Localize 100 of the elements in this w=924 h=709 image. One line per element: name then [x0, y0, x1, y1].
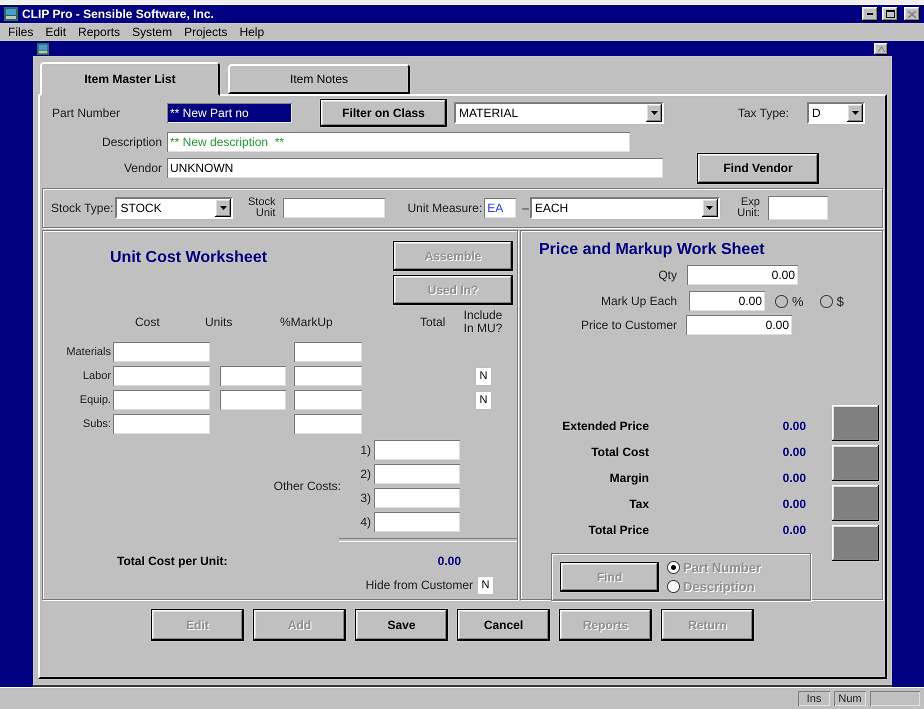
row-label: Labor — [82, 370, 111, 382]
swatch-button[interactable] — [832, 405, 879, 441]
maximize-button[interactable] — [882, 7, 898, 21]
minimize-button[interactable] — [862, 7, 878, 21]
price-field[interactable]: 0.00 — [686, 315, 792, 335]
status-indicator: Ins — [798, 691, 830, 706]
radio-button[interactable]: $ — [820, 294, 844, 308]
summary-label: Total Price — [588, 523, 649, 537]
include-field[interactable]: N — [476, 392, 491, 408]
minimize-icon — [867, 13, 873, 15]
radio-button[interactable]: % — [775, 294, 804, 308]
summary-value: 0.00 — [782, 523, 806, 537]
field-label: Mark Up Each — [600, 294, 677, 308]
field-label: Description — [100, 135, 162, 149]
column-header: Cost — [135, 315, 160, 329]
action-button[interactable]: Cancel — [457, 609, 550, 641]
app-icon — [4, 7, 18, 21]
field-label: Part Number — [52, 106, 122, 120]
swatch-button[interactable] — [832, 485, 879, 521]
include-field[interactable]: N — [476, 368, 491, 384]
summary-label: Margin — [608, 471, 649, 485]
unit-code-field[interactable]: EA — [484, 198, 516, 218]
row-number: 2) — [359, 467, 371, 481]
summary-value: 0.00 — [782, 497, 806, 511]
cost-field[interactable] — [113, 342, 210, 362]
menu-item[interactable]: Projects — [184, 25, 228, 39]
dash-text: – — [522, 201, 529, 215]
summary-value: 0.00 — [782, 445, 806, 459]
menu-item[interactable]: System — [132, 25, 172, 39]
class-dropdown[interactable]: MATERIAL — [454, 102, 664, 124]
other-cost-field[interactable] — [374, 440, 460, 460]
markup-field[interactable] — [294, 414, 362, 434]
column-header: Units — [205, 315, 232, 329]
other-cost-field[interactable] — [374, 464, 460, 484]
swatch-button[interactable] — [832, 445, 879, 481]
tab[interactable]: Item Master List — [40, 62, 220, 96]
field-label: Other Costs: — [272, 479, 341, 493]
column-header: Total — [420, 315, 446, 329]
units-field[interactable] — [220, 390, 286, 410]
menu-item[interactable]: Reports — [78, 25, 120, 39]
window-title: CLIP Pro - Sensible Software, Inc. — [22, 7, 215, 21]
markup-each-field[interactable]: 0.00 — [689, 291, 765, 311]
summary-label: Tax — [628, 497, 649, 511]
restore-button[interactable] — [874, 42, 888, 54]
qty-field[interactable]: 0.00 — [687, 265, 798, 285]
stock-unit-field[interactable] — [283, 198, 386, 218]
markup-field[interactable] — [294, 342, 362, 362]
dropdown-arrow-icon — [220, 206, 227, 210]
close-button[interactable] — [904, 7, 920, 21]
part-number-field[interactable]: ** New Part no — [167, 103, 292, 123]
section-title: Price and Markup Work Sheet — [539, 241, 766, 259]
tab[interactable]: Item Notes — [228, 64, 410, 94]
action-button[interactable]: Save — [355, 609, 448, 641]
unit-dropdown[interactable]: EACH — [530, 197, 720, 219]
field-label: Stock Type: — [51, 201, 114, 215]
swatch-button[interactable] — [832, 525, 879, 561]
menu-item[interactable]: Help — [239, 25, 264, 39]
total-label: Total Cost per Unit: — [117, 554, 228, 568]
total-value: 0.00 — [436, 554, 461, 568]
vendor-field[interactable]: UNKNOWN — [167, 158, 663, 178]
field-label: Price to Customer — [580, 318, 677, 332]
markup-field[interactable] — [294, 390, 362, 410]
field-label: Tax Type: — [738, 106, 789, 120]
dropdown-arrow-icon — [852, 111, 858, 115]
status-panel — [870, 691, 920, 706]
restore-icon — [878, 46, 884, 52]
summary-value: 0.00 — [782, 471, 806, 485]
description-field[interactable]: ** New description ** — [167, 132, 630, 152]
row-number: 1) — [359, 443, 371, 457]
cost-field[interactable] — [113, 414, 210, 434]
close-icon — [908, 10, 916, 18]
field-label: Vendor — [122, 161, 162, 175]
markup-field[interactable] — [294, 366, 362, 386]
dropdown-arrow-icon — [706, 206, 714, 210]
other-cost-field[interactable] — [374, 512, 460, 532]
hide-field[interactable]: N — [478, 576, 493, 594]
row-label: Equip. — [78, 394, 111, 406]
field-label: Hide from Customer — [366, 578, 473, 592]
other-cost-field[interactable] — [374, 488, 460, 508]
field-label: Exp Unit: — [736, 197, 760, 219]
dropdown-arrow-icon — [650, 111, 658, 115]
menu-item[interactable]: Files — [8, 25, 34, 39]
stock-type-dropdown[interactable]: STOCK — [115, 197, 234, 219]
cost-field[interactable] — [113, 366, 210, 386]
find-vendor-button[interactable]: Find Vendor — [697, 152, 819, 184]
field-label: Stock Unit — [246, 197, 276, 219]
section-title: Unit Cost Worksheet — [110, 249, 268, 267]
row-number: 3) — [359, 491, 371, 505]
cost-field[interactable] — [113, 390, 210, 410]
field-label: Unit Measure: — [407, 201, 482, 215]
units-field[interactable] — [220, 366, 286, 386]
tax-type-dropdown[interactable]: D — [807, 102, 865, 124]
menu-item[interactable]: Edit — [45, 25, 66, 39]
column-header: %MarkUp — [280, 315, 333, 329]
filter-button[interactable]: Filter on Class — [320, 99, 447, 127]
row-label: Subs: — [82, 418, 111, 430]
exp-unit-field[interactable] — [768, 196, 828, 220]
maximize-icon — [886, 10, 894, 18]
summary-label: Extended Price — [561, 419, 649, 433]
status-indicator: Num — [834, 691, 866, 706]
